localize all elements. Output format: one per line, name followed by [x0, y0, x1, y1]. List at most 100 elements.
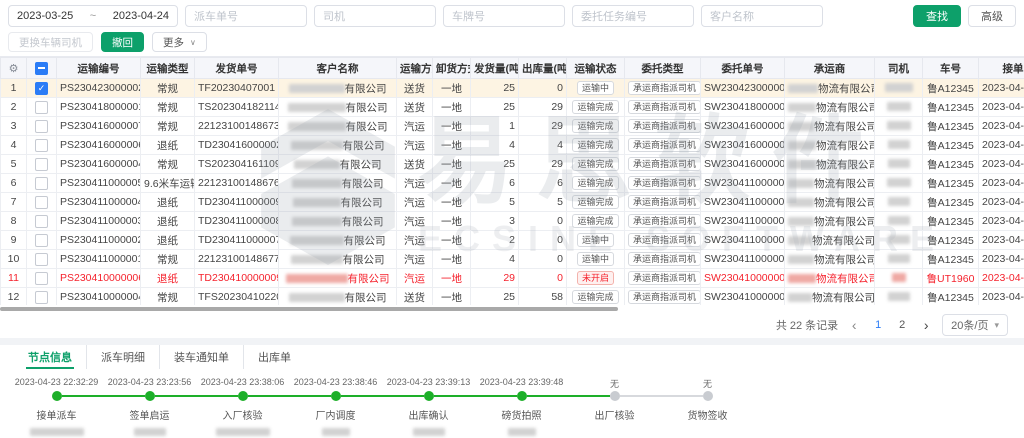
- cell-carrier: 物流有限公司: [785, 231, 875, 250]
- cell-ship_qty: 5: [471, 193, 519, 212]
- filter-input[interactable]: 委托任务编号: [572, 5, 694, 27]
- cell-checked: [27, 269, 57, 288]
- cell-transport_type: 退纸: [141, 193, 195, 212]
- cell-seq: 2: [1, 98, 27, 117]
- cell-seq: 9: [1, 231, 27, 250]
- timeline-dot: [517, 391, 527, 401]
- timeline-dot-row: [103, 389, 196, 402]
- table-row[interactable]: 3PS230416000007常规22123100148673有限公司汽运一地1…: [1, 117, 1024, 136]
- cell-transport_no: PS230411000002: [57, 231, 141, 250]
- timeline-connector: [527, 395, 569, 397]
- table-row[interactable]: 6PS2304110000059.6米车运输22123100148676有限公司…: [1, 174, 1024, 193]
- table-row[interactable]: 10PS230411000001常规22123100148677有限公司汽运一地…: [1, 250, 1024, 269]
- filter-input[interactable]: 司机: [314, 5, 436, 27]
- cell-shipping_no: TS202304182114: [195, 98, 279, 117]
- timeline-step-label: 货物签收: [688, 407, 728, 422]
- table-row[interactable]: 1PS230423000002常规TF20230407001有限公司送货一地25…: [1, 79, 1024, 98]
- column-header-plate: 车号: [923, 58, 979, 79]
- table-row[interactable]: 7PS230411000004退纸TD230411000009有限公司汽运一地5…: [1, 193, 1024, 212]
- carrier-suffix: 物流有限公司: [814, 254, 875, 266]
- detail-tab[interactable]: 派车明细: [86, 345, 159, 369]
- cell-entrust_no: SW230411000003: [701, 212, 785, 231]
- row-checkbox[interactable]: [35, 272, 48, 285]
- cell-plate: 鲁A12345: [923, 155, 979, 174]
- customer-suffix: 有限公司: [348, 273, 390, 285]
- table-header-row: 运输编号运输类型发货单号客户名称运输方式卸货方式发货量(吨)出库量(吨)运输状态…: [1, 58, 1024, 79]
- row-checkbox[interactable]: [35, 139, 48, 152]
- cell-ship_qty: 25: [471, 288, 519, 306]
- cell-out_qty: 4: [519, 136, 567, 155]
- cell-accept_time: 2023-04-1: [979, 269, 1024, 288]
- row-checkbox[interactable]: [35, 291, 48, 304]
- row-checkbox[interactable]: [35, 215, 48, 228]
- row-checkbox[interactable]: [35, 120, 48, 133]
- cell-plate: 鲁A12345: [923, 250, 979, 269]
- prev-page-icon[interactable]: [846, 317, 862, 333]
- cell-ship_qty: 6: [471, 174, 519, 193]
- cell-seq: 8: [1, 212, 27, 231]
- customer-redacted: [290, 236, 344, 245]
- row-checkbox[interactable]: [35, 234, 48, 247]
- cell-checked: [27, 193, 57, 212]
- filter-input[interactable]: 派车单号: [185, 5, 307, 27]
- table-row[interactable]: 2PS230418000001常规TS202304182114有限公司送货一地2…: [1, 98, 1024, 117]
- timeline-step: 2023-04-23 23:38:46厂内调度: [289, 377, 382, 436]
- cell-customer: 有限公司: [279, 174, 397, 193]
- cell-out_qty: 0: [519, 250, 567, 269]
- detail-tab[interactable]: 装车通知单: [159, 345, 243, 369]
- filter-input[interactable]: 客户名称: [701, 5, 823, 27]
- row-checkbox[interactable]: [35, 177, 48, 190]
- table-row[interactable]: 8PS230411000003退纸TD230411000008有限公司汽运一地3…: [1, 212, 1024, 231]
- cell-transport_no: PS230410000006: [57, 269, 141, 288]
- input-placeholder: 委托任务编号: [581, 8, 647, 24]
- driver-redacted: [888, 292, 910, 301]
- change-vehicle-driver-button[interactable]: 更换车辆司机: [8, 32, 93, 52]
- horizontal-scrollbar[interactable]: [0, 306, 1024, 312]
- cell-unload_mode: 一地: [433, 174, 471, 193]
- table-row[interactable]: 5PS230416000004常规TS202304161109有限公司送货一地2…: [1, 155, 1024, 174]
- customer-redacted: [291, 255, 343, 264]
- table-row[interactable]: 12PS230410000004常规TFS202304102203有限公司送货一…: [1, 288, 1024, 306]
- carrier-suffix: 物流有限公司: [816, 140, 875, 152]
- table-row[interactable]: 11PS230410000006退纸TD230410000009有限公司汽运一地…: [1, 269, 1024, 288]
- withdraw-button[interactable]: 撤回: [101, 32, 144, 52]
- page-number[interactable]: 2: [894, 319, 910, 331]
- search-button[interactable]: 查找: [913, 5, 961, 27]
- carrier-suffix: 物流有限公司: [814, 178, 875, 190]
- next-page-icon[interactable]: [918, 317, 934, 333]
- entrust_type-badge: 承运商指派司机: [628, 290, 701, 304]
- date-range-input[interactable]: 2023-03-25 ~ 2023-04-24: [8, 5, 178, 27]
- input-placeholder: 客户名称: [710, 8, 754, 24]
- row-checkbox[interactable]: [35, 82, 48, 95]
- timeline-dot-row: [568, 389, 661, 402]
- cell-ship_qty: 25: [471, 155, 519, 174]
- customer-suffix: 有限公司: [343, 140, 385, 152]
- row-checkbox[interactable]: [35, 196, 48, 209]
- cell-transport_mode: 汽运: [397, 231, 433, 250]
- advanced-button[interactable]: 高级: [968, 5, 1016, 27]
- row-checkbox[interactable]: [35, 158, 48, 171]
- table-row[interactable]: 9PS230411000002退纸TD230411000007有限公司汽运一地2…: [1, 231, 1024, 250]
- input-placeholder: 司机: [323, 8, 345, 24]
- timeline-connector: [10, 395, 52, 397]
- row-checkbox[interactable]: [35, 253, 48, 266]
- detail-tab[interactable]: 节点信息: [14, 345, 86, 369]
- status-badge: 运输完成: [572, 119, 618, 133]
- timeline-connector: [568, 395, 610, 397]
- cell-unload_mode: 一地: [433, 288, 471, 306]
- row-checkbox[interactable]: [35, 101, 48, 114]
- page-number[interactable]: 1: [870, 319, 886, 331]
- select-all-checkbox[interactable]: [35, 62, 48, 75]
- page-size-label: 20条/页: [951, 317, 988, 333]
- detail-tab[interactable]: 出库单: [243, 345, 305, 369]
- more-button[interactable]: 更多: [152, 32, 207, 52]
- timeline-dot: [610, 391, 620, 401]
- scrollbar-thumb[interactable]: [0, 307, 618, 311]
- cell-driver: [875, 193, 923, 212]
- gear-icon[interactable]: [9, 63, 19, 75]
- cell-accept_time: 2023-04-2: [979, 79, 1024, 98]
- page-size-select[interactable]: 20条/页: [942, 314, 1008, 336]
- filter-input[interactable]: 车牌号: [443, 5, 565, 27]
- table-row[interactable]: 4PS230416000006退纸TD230416000002有限公司汽运一地4…: [1, 136, 1024, 155]
- cell-entrust_no: SW230411000002: [701, 231, 785, 250]
